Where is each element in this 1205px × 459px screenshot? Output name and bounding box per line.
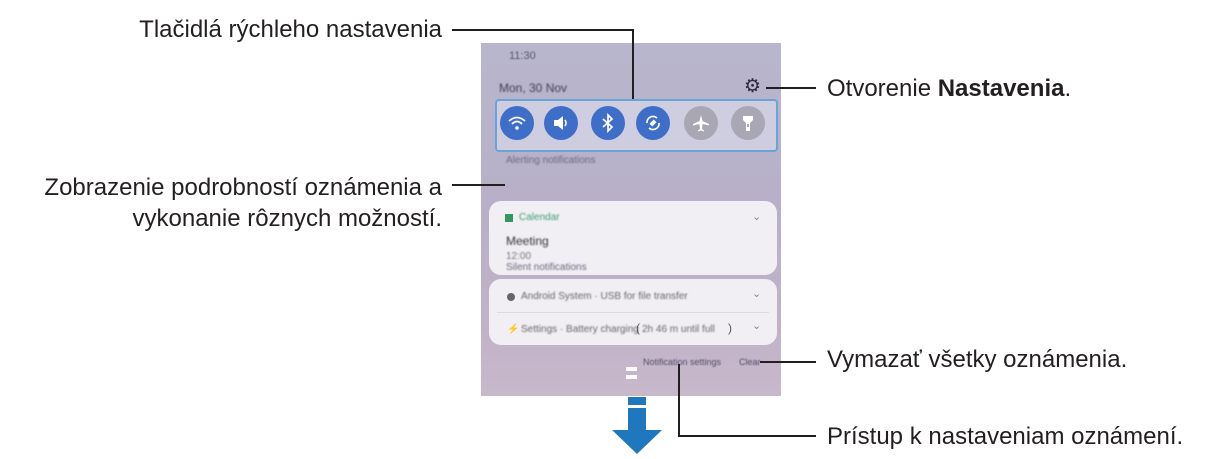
auto-rotate-icon[interactable] xyxy=(636,106,670,140)
chevron-down-icon[interactable]: ⌄ xyxy=(752,287,761,300)
open-settings-callout: Otvorenie Nastavenia. xyxy=(827,75,1072,102)
silent-item-2: Settings · Battery charging xyxy=(521,324,639,335)
date-label: Mon, 30 Nov xyxy=(499,81,568,95)
sound-icon[interactable] xyxy=(544,106,578,140)
paren-open: ( xyxy=(636,321,640,335)
notification-panel: 11:30 Mon, 30 Nov ⚙ Alerting notificatio… xyxy=(481,43,781,396)
alerting-section-label: Alerting notifications xyxy=(506,155,596,166)
notification-app-name: Calendar xyxy=(519,212,560,223)
drag-handle-line xyxy=(626,375,637,379)
notification-time: 12:00 xyxy=(506,251,532,262)
drag-handle[interactable] xyxy=(626,367,637,371)
quick-settings-leader xyxy=(452,29,634,31)
notification-title: Meeting xyxy=(506,234,549,248)
notification-settings-button[interactable]: Notification settings xyxy=(643,357,721,367)
silent-item-1: Android System · USB for file transfer xyxy=(521,291,688,302)
notification-settings-leader-vertical xyxy=(678,364,680,437)
notification-settings-callout: Prístup k nastaveniam oznámení. xyxy=(827,423,1184,450)
swipe-down-arrow xyxy=(612,397,662,454)
settings-leader xyxy=(766,87,816,89)
silent-notifications-card[interactable]: Android System · USB for file transfer ⌄… xyxy=(489,279,777,345)
quick-settings-leader-vertical xyxy=(632,29,634,99)
silent-item-2-detail: 2h 46 m until full xyxy=(642,324,715,335)
android-system-icon xyxy=(507,293,515,301)
silent-section-label: Silent notifications xyxy=(506,262,587,273)
flashlight-icon[interactable] xyxy=(731,106,765,140)
clear-all-leader xyxy=(760,361,816,363)
notification-details-callout: Zobrazenie podrobností oznámenia a vykon… xyxy=(44,174,442,232)
airplane-icon[interactable] xyxy=(684,106,718,140)
paren-close: ) xyxy=(728,321,732,335)
calendar-icon xyxy=(505,214,513,222)
gear-icon[interactable]: ⚙ xyxy=(744,77,761,96)
chevron-down-icon[interactable]: ⌄ xyxy=(752,319,761,332)
clear-all-callout: Vymazať všetky oznámenia. xyxy=(827,346,1128,373)
status-time: 11:30 xyxy=(509,50,536,62)
notification-details-leader xyxy=(452,184,505,186)
charging-icon: ⚡ xyxy=(507,324,520,335)
quick-settings-callout: Tlačidlá rýchleho nastavenia xyxy=(139,16,442,43)
chevron-down-icon[interactable]: ⌄ xyxy=(752,210,761,223)
bluetooth-icon[interactable] xyxy=(591,106,625,140)
wifi-icon[interactable] xyxy=(500,106,534,140)
clear-button[interactable]: Clear xyxy=(739,357,761,367)
notification-settings-leader xyxy=(678,435,816,437)
